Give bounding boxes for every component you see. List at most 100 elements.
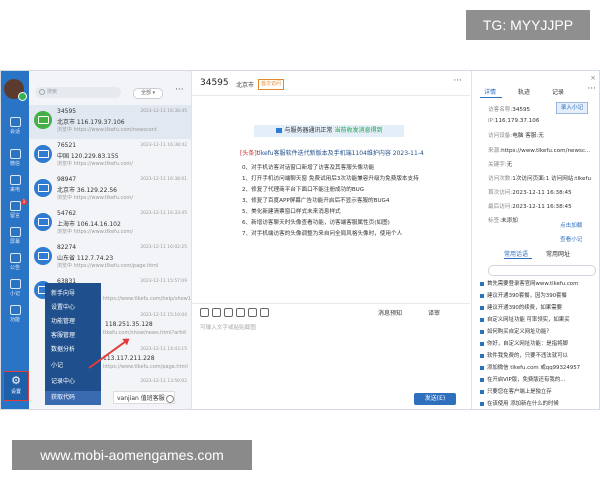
visitor-id: 34595 xyxy=(57,108,77,115)
notice-status: 当前收发消息得到 xyxy=(334,127,383,134)
tab-common-urls[interactable]: 常用网址 xyxy=(546,249,570,258)
nav-item-screen[interactable]: 屏幕 xyxy=(1,225,29,249)
tab-records[interactable]: 记录 xyxy=(552,87,564,96)
active-tab-indicator xyxy=(480,97,502,98)
filter-dropdown[interactable]: 全部 ▾ xyxy=(133,88,163,99)
menu-item-settings-center[interactable]: 设置中心 xyxy=(45,301,101,315)
nav-label: 留言 xyxy=(9,213,20,219)
phrase-text: 如何购买自定义网址功能？ xyxy=(487,329,552,335)
info-label: 标签: xyxy=(488,218,502,224)
menu-item-records[interactable]: 记录中心 xyxy=(45,375,101,389)
visitor-id: 82274 xyxy=(57,244,77,251)
view-notes-link[interactable]: 查看小记 xyxy=(560,235,582,243)
menu-item-data-analysis[interactable]: 数据分析 xyxy=(45,343,101,357)
nav-label: 微信 xyxy=(9,161,20,167)
visitor-url: 浏览中 https://www.tlkefu.com/newscont xyxy=(57,127,157,133)
phrase-text: 添加微信 tlkefu.com 或qq99324957 xyxy=(487,365,581,371)
info-label: 访客名称: xyxy=(488,107,513,113)
close-icon[interactable]: × xyxy=(590,74,596,82)
tab-track[interactable]: 轨迹 xyxy=(518,87,530,96)
history-icon[interactable] xyxy=(236,308,245,317)
tab-details[interactable]: 详情 xyxy=(484,87,496,96)
unread-badge: 1 xyxy=(21,199,27,205)
nav-item-phone[interactable]: 来电 xyxy=(1,173,29,197)
list-item[interactable]: 98947 2023-12-11 16:38:01 北京市 36.129.22.… xyxy=(29,173,191,207)
desktop-icon xyxy=(34,111,52,129)
visitor-location: 北京市 116.179.37.106 xyxy=(57,119,125,126)
news-tag: [头条] xyxy=(240,150,257,157)
nav-item-notice[interactable]: 公告 xyxy=(1,251,29,275)
add-note-button[interactable]: 录入小记 xyxy=(556,102,588,114)
bullet-icon xyxy=(480,365,484,370)
phrase-text: 建议开通390的续费，如果需要 xyxy=(487,305,562,311)
more-icon[interactable]: ··· xyxy=(587,84,596,94)
info-value: https://www.tlkefu.com/newsc... xyxy=(501,148,591,154)
send-button[interactable]: 发送(E) xyxy=(414,393,456,405)
phrase-item[interactable]: 在开启VIP版，免费版还有我的... xyxy=(480,375,598,386)
news-line: 3、修复了百度APP屏幕广告功能开启后不显示客服的BUG4 xyxy=(242,198,390,204)
list-item[interactable]: 82274 2023-12-11 16:02:25 山东省 112.7.74.2… xyxy=(29,241,191,275)
duty-agent-label: vanjian 值班客服 xyxy=(117,395,165,402)
image-icon[interactable] xyxy=(212,308,221,317)
menu-item-guide[interactable]: 新手向导 xyxy=(45,287,101,301)
phrase-item[interactable]: 添加微信 tlkefu.com 或qq99324957 xyxy=(480,363,598,374)
chat-panel: 34595 北京市 首次访问 ··· 与服务器通讯正常 当前收发消息得到 [头条… xyxy=(192,71,470,409)
site-watermark: www.mobi-aomengames.com xyxy=(12,440,252,470)
emoji-icon[interactable] xyxy=(200,308,209,317)
tab-common-phrases[interactable]: 常用话语 xyxy=(504,249,528,258)
user-avatar[interactable] xyxy=(4,79,27,101)
scissors-icon[interactable] xyxy=(260,308,269,317)
phrase-item[interactable]: 只要您在客户端上是独立存 xyxy=(480,387,598,398)
chat-icon xyxy=(9,117,21,127)
menu-item-function-manage[interactable]: 功能管理 xyxy=(45,315,101,329)
phrase-item[interactable]: 软件我免费的，只要不违法就可以 xyxy=(480,351,598,362)
file-icon[interactable] xyxy=(224,308,233,317)
info-value: 116.179.37.106 xyxy=(494,118,540,124)
screenshot-icon[interactable] xyxy=(248,308,257,317)
online-status-icon xyxy=(18,92,27,101)
timestamp: 2023-12-11 13:50:02 xyxy=(140,379,187,384)
message-input[interactable]: 可输入文字或粘贴截图 xyxy=(200,323,256,331)
nav-item-note[interactable]: 小记 xyxy=(1,277,29,301)
phrase-item[interactable]: 首先需要登录客官网www.tlkefu.com xyxy=(480,279,598,290)
phrase-item[interactable]: 自定义网址功能 可率领实，如果买 xyxy=(480,315,598,326)
nav-item-wechat[interactable]: 微信 xyxy=(1,147,29,171)
info-row: IP:116.179.37.106 xyxy=(488,118,539,124)
info-value: 34595 xyxy=(512,107,531,113)
list-item[interactable]: 76521 2023-12-11 16:38:42 中国 120.229.83.… xyxy=(29,139,191,173)
list-item[interactable]: 54762 2023-12-11 16:33:45 上海市 106.14.16.… xyxy=(29,207,191,241)
more-icon[interactable]: ··· xyxy=(453,76,462,86)
settings-button[interactable]: ⚙ 设置 xyxy=(3,371,29,401)
nav-item-message[interactable]: 1 留言 xyxy=(1,199,29,223)
menu-item-get-code[interactable]: 获取代码 xyxy=(45,391,101,405)
info-value: 2023-12-11 16:38:45 xyxy=(512,190,572,196)
nav-label: 来电 xyxy=(9,187,20,193)
nav-item-function[interactable]: 功能 xyxy=(1,303,29,327)
search-placeholder: 搜索 xyxy=(47,89,58,95)
info-value: 2023-12-11 16:38:45 xyxy=(512,204,572,210)
search-input[interactable]: 搜索 xyxy=(35,87,121,98)
phrase-search-input[interactable] xyxy=(488,265,596,276)
translate-button[interactable]: 译审 xyxy=(428,308,440,317)
menu-item-agent-manage[interactable]: 客服管理 xyxy=(45,329,101,343)
info-row: 访问设备:电脑 客服:无 xyxy=(488,131,544,139)
visitor-url: https://www.tlkefu.com/help/show1 xyxy=(103,296,191,302)
phrase-item[interactable]: 如何购买自定义网址功能？ xyxy=(480,327,598,338)
info-label: 最后访问: xyxy=(488,204,513,210)
nav-item-chat[interactable]: 会话 xyxy=(1,115,29,139)
info-value: 无 xyxy=(506,162,513,168)
phrase-item[interactable]: 在该使用 添加新在什么的时候 xyxy=(480,399,598,409)
load-more-link[interactable]: 点击加载 xyxy=(560,221,582,229)
timestamp: 2023-12-11 15:10:04 xyxy=(140,313,187,318)
list-item[interactable]: 34595 2023-12-11 16:38:45 北京市 116.179.37… xyxy=(29,105,191,139)
more-icon[interactable]: ··· xyxy=(175,85,184,95)
bullet-icon xyxy=(480,341,484,346)
phrase-item[interactable]: 建议开通390套餐，因为390套餐 xyxy=(480,291,598,302)
phrase-item[interactable]: 你好，自定义网址功能：是指将脚 xyxy=(480,339,598,350)
notice-icon xyxy=(9,253,21,263)
message-preview-button[interactable]: 消息预知 xyxy=(378,308,402,317)
bullet-icon xyxy=(480,353,484,358)
phrase-item[interactable]: 建议开通390的续费，如果需要 xyxy=(480,303,598,314)
bullet-icon xyxy=(480,293,484,298)
duty-agent-toggle[interactable]: vanjian 值班客服 xyxy=(113,391,175,404)
